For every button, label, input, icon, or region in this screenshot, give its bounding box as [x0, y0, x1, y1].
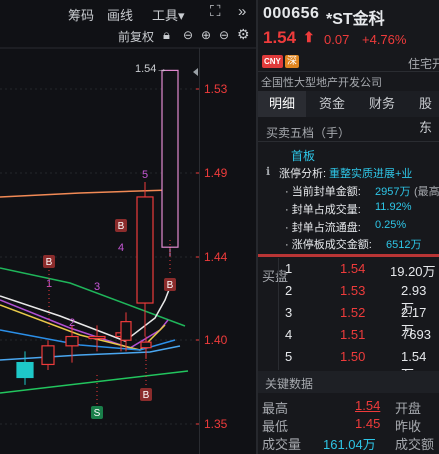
bid-row-3[interactable]: 3 1.52 2.17万 — [258, 303, 439, 338]
candle-body — [120, 321, 132, 341]
low-label: 最低 — [262, 419, 289, 434]
seal-amount-value: 2957万 — [375, 186, 411, 198]
turnover-label: 成交额 — [395, 437, 435, 452]
ma-line-yellow — [0, 304, 166, 351]
limit-turnover-value: 6512万 — [386, 239, 422, 251]
first-board-tag: 首板 — [291, 149, 316, 163]
bid-row-1[interactable]: 1 1.54 19.20万 — [258, 259, 439, 279]
seal-amount-note: (最高 — [414, 186, 439, 198]
stock-name: *ST金科 — [326, 11, 385, 28]
high-price-label: 1.54→ — [135, 63, 167, 75]
limit-turnover-label: · 涨停板成交金额: — [285, 239, 372, 251]
signal-badge-text: S — [94, 408, 101, 419]
order-book-title: 买卖五档（手） — [266, 126, 351, 140]
industry-label: 全国性大型地产开发公司 — [261, 77, 382, 89]
tab-shareholders[interactable]: 股东 — [419, 92, 439, 135]
y-tick-label: 1.53 — [204, 82, 228, 96]
stock-code: 000656 — [263, 5, 320, 22]
tab-detail[interactable]: 明细 — [269, 92, 295, 116]
shenzhen-badge: 深 — [285, 55, 299, 68]
axis-pointer-icon — [193, 68, 198, 76]
candle-body — [161, 69, 179, 248]
volume-label: 成交量 — [262, 437, 302, 452]
bid-row-2[interactable]: 2 1.53 2.93万 — [258, 281, 439, 316]
signal-count-label: 2 — [69, 317, 75, 329]
ma-line-purple — [0, 299, 169, 349]
candle-body — [88, 335, 106, 340]
limit-analysis-label: 涨停分析: — [279, 168, 327, 180]
signal-count-label: 4 — [118, 242, 124, 254]
seal-float-ratio-value: 0.25% — [375, 219, 407, 231]
cny-badge: CNY — [262, 55, 283, 68]
seal-vol-ratio-label: · 封单占成交量: — [285, 204, 361, 216]
limit-analysis-value[interactable]: 重整实质进展+业 — [329, 165, 412, 181]
candle-body — [16, 361, 34, 379]
volume-value: 161.04万 — [323, 437, 376, 452]
signal-badge-text: B — [46, 257, 53, 268]
open-label: 开盘 — [395, 401, 422, 416]
candle-body — [140, 341, 152, 349]
candle-body — [65, 335, 79, 347]
seal-float-ratio-label: · 封单占流通盘: — [285, 222, 361, 234]
seal-vol-ratio-value: 11.92% — [375, 201, 412, 213]
ma-line-lightblue — [0, 345, 181, 361]
signal-count-label: 5 — [142, 169, 148, 181]
tab-funds[interactable]: 资金 — [319, 92, 345, 116]
up-arrow-icon: ⬆ — [303, 29, 315, 45]
kline-svg: B 1 2 3 4 B S B B 5 1.53 1.49 1.44 1.40 1.35 1.54→ — [0, 47, 256, 454]
bid-ask-divider — [258, 254, 439, 257]
y-tick-label: 1.35 — [204, 417, 228, 431]
quote-panel: 000656 *ST金科 1.54 ⬆ 0.07 +4.76% CNY 深 住宅… — [258, 0, 439, 454]
y-tick-label: 1.49 — [204, 166, 228, 180]
kline-chart-area[interactable]: 筹码 画线 工具▾ ⛶ » 前复权 🔒︎ ⊖ ⊕ ⊖ ⚙ B1234BSBB5 … — [0, 0, 256, 454]
signal-count-label: 1 — [46, 278, 52, 290]
price-change-pct: +4.76% — [362, 32, 407, 47]
info-icon: ℹ — [266, 166, 271, 178]
prev-close-label: 昨收 — [395, 419, 422, 434]
ma-line-green — [0, 267, 186, 327]
low-value: 1.45 — [355, 416, 381, 431]
sector-label[interactable]: 住宅开 — [408, 55, 439, 72]
current-price: 1.54 — [263, 28, 297, 47]
price-change: 0.07 — [324, 32, 350, 47]
bid-row-4[interactable]: 4 1.51 7693 — [258, 325, 439, 345]
signal-badge-text: B — [143, 390, 150, 401]
seal-amount-label: · 当前封单金额: — [285, 186, 361, 198]
bid-row-5[interactable]: 5 1.50 1.54万 — [258, 347, 439, 382]
candle-body — [136, 196, 154, 304]
signal-badge-text: B — [118, 221, 125, 232]
signal-badge-text: B — [167, 280, 174, 291]
high-label: 最高 — [262, 401, 289, 416]
y-tick-label: 1.44 — [204, 250, 228, 264]
tab-finance[interactable]: 财务 — [369, 92, 395, 116]
y-tick-label: 1.40 — [204, 333, 228, 347]
signal-count-label: 3 — [94, 281, 100, 293]
candle-body — [41, 345, 55, 366]
high-value: 1.54 — [355, 398, 381, 413]
key-data-title: 关键数据 — [265, 377, 314, 391]
